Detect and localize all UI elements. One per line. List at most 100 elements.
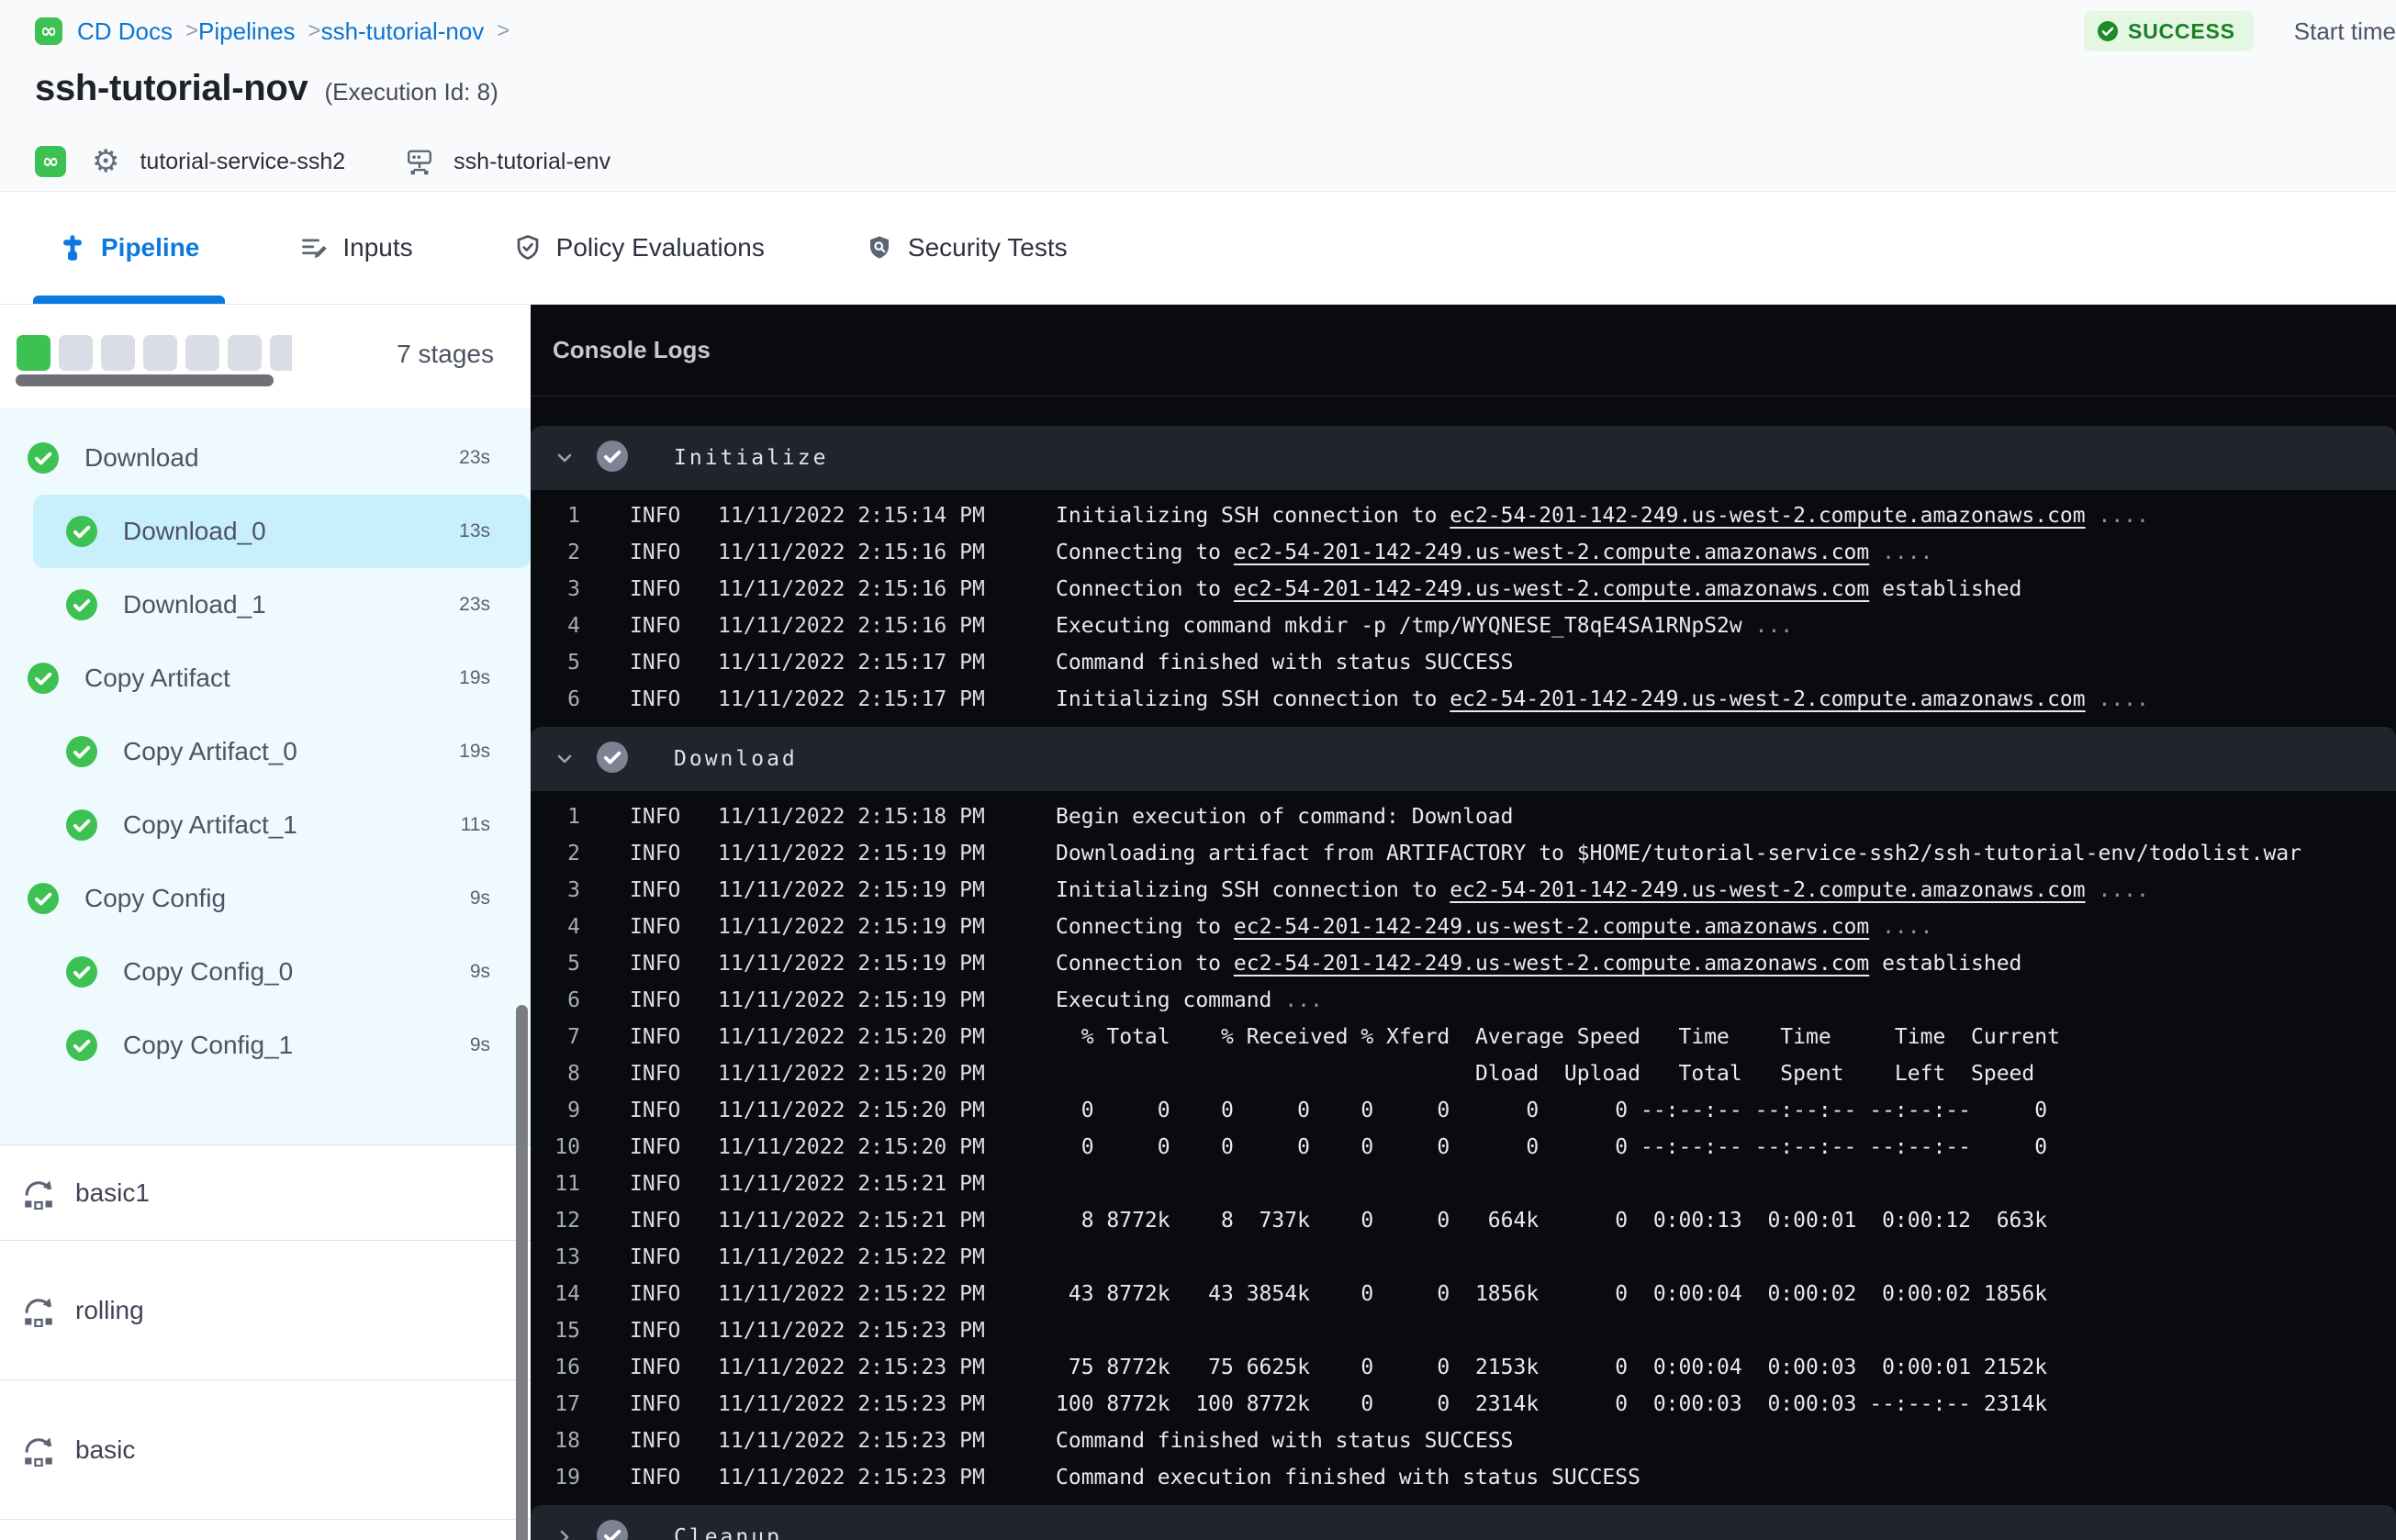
- log-level: INFO: [630, 1319, 681, 1343]
- log-host-link[interactable]: ec2-54-201-142-249.us-west-2.compute.ama…: [1234, 577, 1869, 601]
- breadcrumb: ∞ CD Docs > Pipelines > ssh-tutorial-nov…: [35, 13, 509, 50]
- log-timestamp: 11/11/2022 2:15:23 PM: [718, 1429, 985, 1453]
- stage-duration: 9s: [469, 887, 490, 909]
- log-line-number: 4: [567, 614, 580, 638]
- stage-progress-square[interactable]: [228, 335, 262, 371]
- check-circle-icon: [28, 663, 59, 694]
- log-line: 6 INFO 11/11/2022 2:15:19 PM Executing co…: [531, 982, 2396, 1019]
- console-title: Console Logs: [553, 336, 711, 363]
- console-log-area[interactable]: Initialize 1 INFO 11/11/2022 2:15:14 PM In…: [531, 396, 2396, 1540]
- log-line: 2 INFO 11/11/2022 2:15:16 PM Connecting t…: [531, 534, 2396, 571]
- log-lines-initialize: 1 INFO 11/11/2022 2:15:14 PM Initializing…: [531, 490, 2396, 727]
- stage-item-download_1[interactable]: Download_1 23s: [0, 568, 531, 642]
- log-line: 7 INFO 11/11/2022 2:15:20 PM % Total % R…: [531, 1019, 2396, 1055]
- breadcrumb-link-pipelines[interactable]: Pipelines: [198, 17, 296, 46]
- log-line: 16 INFO 11/11/2022 2:15:23 PM 75 8772k 7…: [531, 1349, 2396, 1386]
- log-line: 4 INFO 11/11/2022 2:15:16 PM Executing co…: [531, 608, 2396, 644]
- log-host-link[interactable]: ec2-54-201-142-249.us-west-2.compute.ama…: [1450, 878, 2085, 902]
- redeploy-icon: [25, 1180, 52, 1210]
- tab-inputs[interactable]: Inputs: [274, 192, 438, 304]
- chevron-down-icon: [557, 754, 572, 764]
- log-line-number: 17: [554, 1392, 580, 1416]
- deployment-item-canary2[interactable]: canary2: [0, 1520, 531, 1540]
- title-row: ssh-tutorial-nov (Execution Id: 8): [35, 68, 498, 109]
- log-line-number: 5: [567, 952, 580, 976]
- stage-progress-square[interactable]: [143, 335, 177, 371]
- log-line-number: 13: [554, 1245, 580, 1269]
- log-host-link[interactable]: ec2-54-201-142-249.us-west-2.compute.ama…: [1450, 504, 2085, 528]
- deployment-item-rolling[interactable]: rolling: [0, 1241, 531, 1380]
- log-section-header-download[interactable]: Download: [531, 727, 2396, 791]
- stage-item-copy config_0[interactable]: Copy Config_0 9s: [0, 935, 531, 1009]
- check-circle-icon: [28, 883, 59, 914]
- stage-item-copy config[interactable]: Copy Config 9s: [0, 862, 531, 935]
- inputs-icon: [302, 239, 328, 258]
- breadcrumb-link-pipeline-name[interactable]: ssh-tutorial-nov: [321, 17, 485, 46]
- log-message: 0 0 0 0 0 0 0 0 --:--:-- --:--:-- --:--:…: [1056, 1135, 2048, 1159]
- vertical-scrollbar[interactable]: [516, 1005, 528, 1540]
- log-line: 5 INFO 11/11/2022 2:15:19 PM Connection t…: [531, 945, 2396, 982]
- log-message: Initializing SSH connection to ec2-54-20…: [1056, 687, 2149, 711]
- log-host-link[interactable]: ec2-54-201-142-249.us-west-2.compute.ama…: [1234, 915, 1869, 939]
- tab-security-tests[interactable]: Security Tests: [840, 192, 1093, 304]
- status-label: SUCCESS: [2127, 18, 2235, 43]
- tab-bar: Pipeline Inputs Policy Evaluations Secur…: [0, 191, 2396, 305]
- environment-icon: [408, 150, 432, 175]
- log-line: 1 INFO 11/11/2022 2:15:18 PM Begin execut…: [531, 798, 2396, 835]
- stage-progress-square[interactable]: [270, 335, 292, 371]
- stage-item-download_0[interactable]: Download_0 13s: [33, 495, 531, 568]
- horizontal-scrollbar[interactable]: [16, 374, 274, 386]
- log-timestamp: 11/11/2022 2:15:20 PM: [718, 1025, 985, 1049]
- log-line-number: 8: [567, 1062, 580, 1086]
- log-line-number: 2: [567, 842, 580, 865]
- log-host-link[interactable]: ec2-54-201-142-249.us-west-2.compute.ama…: [1234, 541, 1869, 564]
- log-timestamp: 11/11/2022 2:15:16 PM: [718, 577, 985, 601]
- log-message: Command finished with status SUCCESS: [1056, 651, 1514, 675]
- tab-policy-evaluations[interactable]: Policy Evaluations: [488, 192, 790, 304]
- log-level: INFO: [630, 504, 681, 528]
- stage-item-copy artifact_0[interactable]: Copy Artifact_0 19s: [0, 715, 531, 788]
- stage-item-copy artifact_1[interactable]: Copy Artifact_1 11s: [0, 788, 531, 862]
- log-section-header-cleanup[interactable]: Cleanup: [531, 1505, 2396, 1540]
- policy-icon: [517, 235, 538, 260]
- log-timestamp: 11/11/2022 2:15:23 PM: [718, 1356, 985, 1379]
- deployment-item-basic[interactable]: basic: [0, 1380, 531, 1520]
- deployment-item-basic1[interactable]: basic1: [0, 1145, 531, 1241]
- content: 7 stages Download 23s Download_0 13s Dow…: [0, 305, 2396, 1540]
- stage-item-copy artifact[interactable]: Copy Artifact 19s: [0, 642, 531, 715]
- environment-name[interactable]: ssh-tutorial-env: [453, 149, 610, 175]
- log-level: INFO: [630, 1172, 681, 1196]
- log-line-number: 1: [567, 504, 580, 528]
- stage-duration: 23s: [459, 447, 490, 468]
- log-timestamp: 11/11/2022 2:15:19 PM: [718, 952, 985, 976]
- service-name[interactable]: tutorial-service-ssh2: [140, 149, 345, 175]
- log-line: 13 INFO 11/11/2022 2:15:22 PM: [531, 1239, 2396, 1276]
- breadcrumb-link-cd-docs[interactable]: CD Docs: [77, 17, 173, 46]
- log-level: INFO: [630, 805, 681, 829]
- stage-progress-square[interactable]: [101, 335, 135, 371]
- log-level: INFO: [630, 842, 681, 865]
- log-level: INFO: [630, 915, 681, 939]
- log-timestamp: 11/11/2022 2:15:16 PM: [718, 614, 985, 638]
- check-circle-icon: [597, 440, 628, 472]
- pipeline-icon: [63, 235, 82, 261]
- stage-progress-square[interactable]: [185, 335, 219, 371]
- tab-pipeline[interactable]: Pipeline: [33, 192, 226, 304]
- stage-progress-square[interactable]: [59, 335, 93, 371]
- chevron-right-icon[interactable]: [551, 1526, 578, 1540]
- stage-progress-square[interactable]: [17, 335, 50, 371]
- tab-label: Inputs: [342, 233, 413, 262]
- log-timestamp: 11/11/2022 2:15:17 PM: [718, 651, 985, 675]
- log-level: INFO: [630, 1099, 681, 1122]
- stage-duration: 23s: [459, 594, 490, 615]
- stage-duration: 9s: [469, 1034, 490, 1055]
- stage-item-copy config_1[interactable]: Copy Config_1 9s: [0, 1009, 531, 1082]
- check-circle-icon: [66, 516, 97, 547]
- log-section-header-initialize[interactable]: Initialize: [531, 426, 2396, 490]
- chevron-down-icon[interactable]: [551, 447, 578, 469]
- chevron-down-icon[interactable]: [551, 748, 578, 770]
- log-host-link[interactable]: ec2-54-201-142-249.us-west-2.compute.ama…: [1450, 687, 2085, 711]
- log-host-link[interactable]: ec2-54-201-142-249.us-west-2.compute.ama…: [1234, 952, 1869, 976]
- stage-item-download[interactable]: Download 23s: [0, 421, 531, 495]
- log-line-number: 12: [554, 1209, 580, 1233]
